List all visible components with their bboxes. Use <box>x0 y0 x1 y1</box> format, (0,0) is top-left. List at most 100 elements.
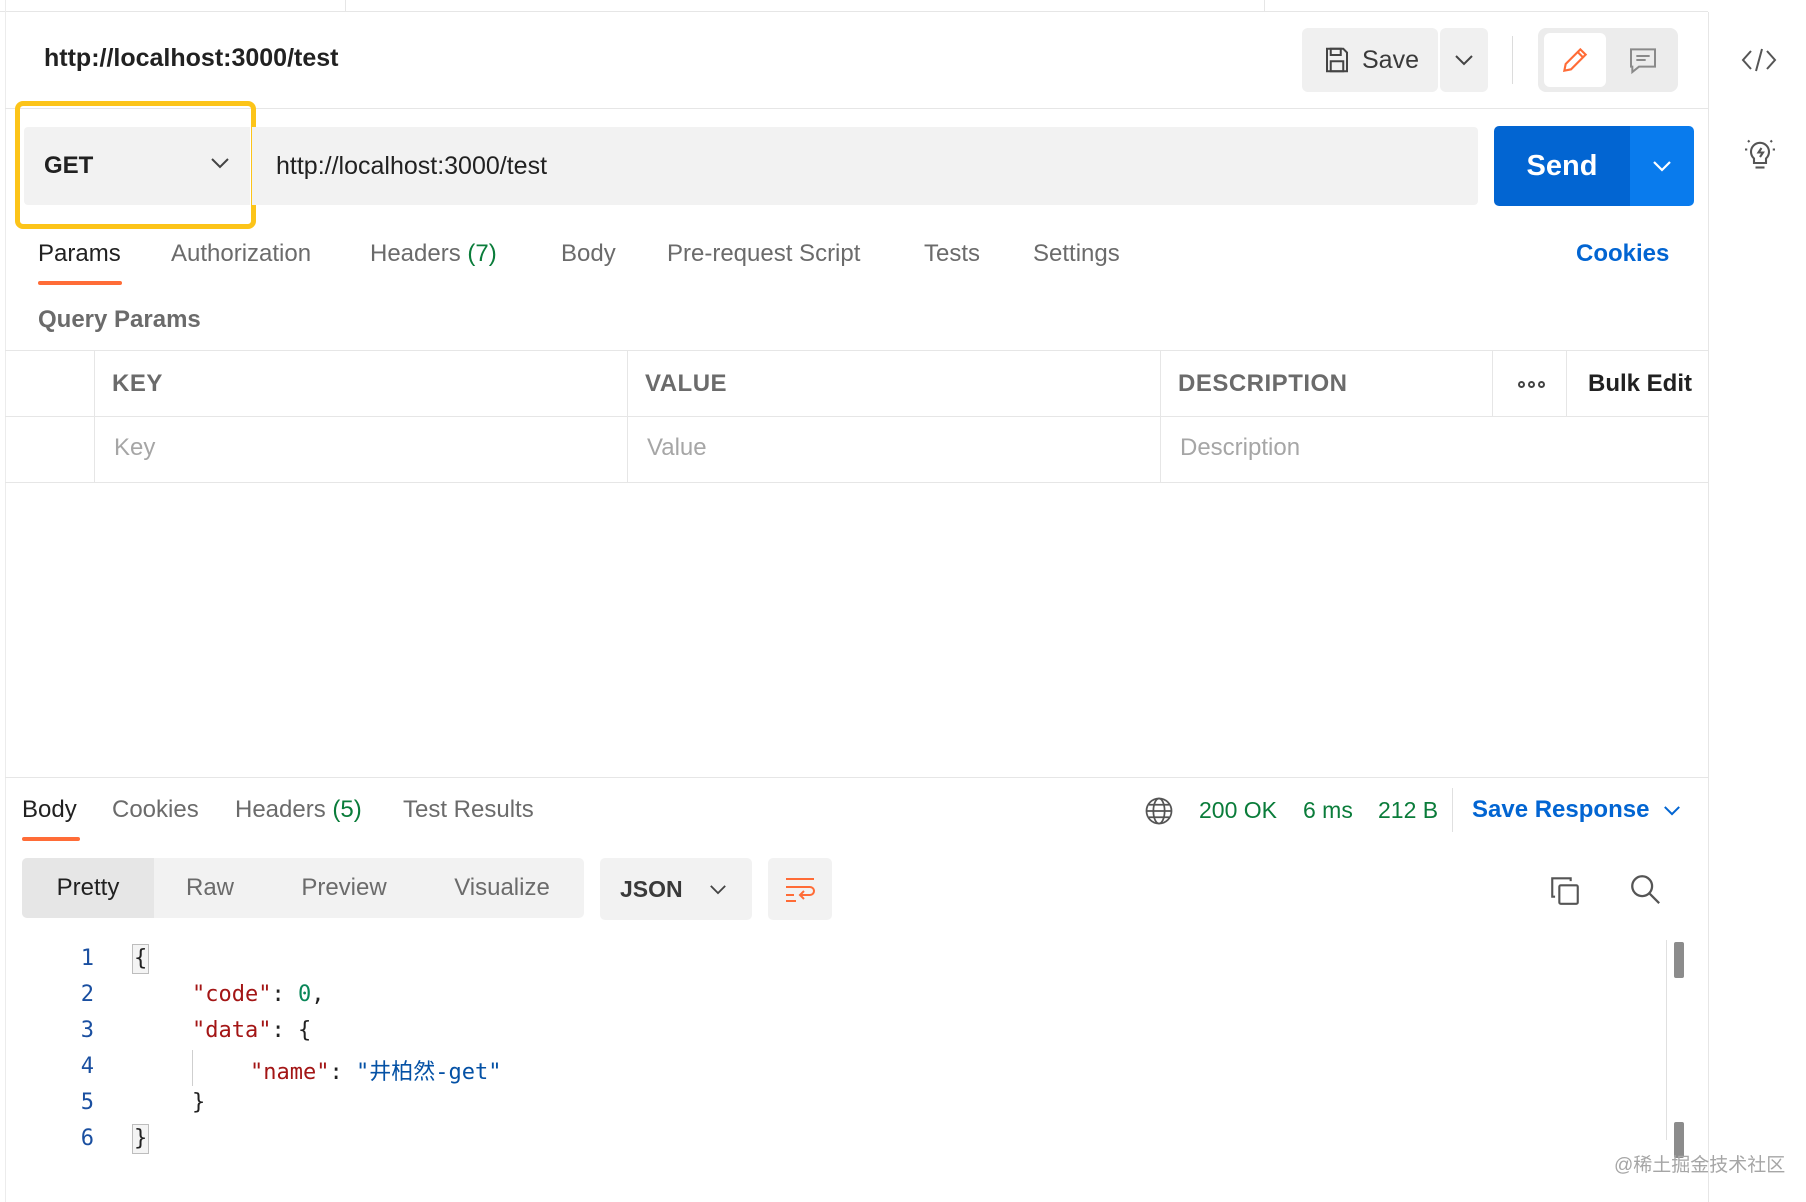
table-border-top <box>5 350 1708 351</box>
tab-settings[interactable]: Settings <box>1033 240 1120 268</box>
format-select[interactable]: JSON <box>600 858 752 920</box>
copy-icon[interactable] <box>1548 874 1582 908</box>
tab-authorization[interactable]: Authorization <box>171 240 311 268</box>
url-value: http://localhost:3000/test <box>276 151 548 180</box>
active-tab-indicator <box>22 837 80 841</box>
watermark: @稀土掘金技术社区 <box>1614 1155 1786 1176</box>
line-number: 4 <box>80 1054 94 1079</box>
right-sidebar-divider <box>1708 12 1709 1202</box>
active-tab-indicator <box>38 281 122 285</box>
view-visualize-button[interactable]: Visualize <box>436 858 568 918</box>
edit-mode-button[interactable] <box>1544 33 1606 87</box>
view-pretty-button[interactable]: Pretty <box>22 858 154 918</box>
tab-tests[interactable]: Tests <box>924 240 980 268</box>
tab-label: Settings <box>1033 240 1120 267</box>
code-snippet-button[interactable] <box>1737 44 1781 76</box>
chevron-down-icon <box>1455 55 1473 66</box>
dot-icon <box>1537 380 1545 388</box>
pencil-icon <box>1562 47 1588 73</box>
comment-icon <box>1630 48 1656 75</box>
code-line: } <box>132 1124 150 1154</box>
tab-headers[interactable]: Headers (7) <box>370 240 497 268</box>
search-icon[interactable] <box>1628 872 1662 906</box>
indent-guide <box>192 1050 193 1086</box>
tab-label: Tests <box>924 240 981 267</box>
tab-label: Body <box>22 796 77 823</box>
code-line: "data": { <box>192 1018 312 1043</box>
column-header-key: KEY <box>112 370 163 397</box>
comment-mode-button[interactable] <box>1612 33 1674 87</box>
send-options-button[interactable] <box>1630 126 1694 206</box>
status-divider <box>1452 788 1453 832</box>
view-preview-button[interactable]: Preview <box>282 858 406 918</box>
header-divider <box>5 108 1708 109</box>
tab-label: Headers <box>235 796 326 823</box>
save-options-button[interactable] <box>1440 28 1488 92</box>
view-raw-button[interactable]: Raw <box>162 858 258 918</box>
column-header-value: VALUE <box>645 370 728 397</box>
json-key: "data" <box>192 1018 272 1043</box>
response-tab-cookies[interactable]: Cookies <box>112 796 199 824</box>
dot-icon <box>1517 380 1525 388</box>
request-title[interactable]: http://localhost:3000/test <box>44 44 339 73</box>
line-number: 3 <box>80 1018 94 1043</box>
save-response-button[interactable]: Save Response <box>1472 796 1681 824</box>
response-size[interactable]: 212 B <box>1378 797 1438 824</box>
tab-count: (7) <box>467 240 497 267</box>
tab-body[interactable]: Body <box>561 240 616 268</box>
suggestions-button[interactable] <box>1740 134 1780 174</box>
line-number: 2 <box>80 982 94 1007</box>
cookies-link[interactable]: Cookies <box>1576 240 1669 268</box>
tab-count: (5) <box>332 796 362 823</box>
code-line: "name": "井柏然-get" <box>250 1060 502 1085</box>
value-input[interactable]: Value <box>647 434 707 462</box>
chevron-down-icon <box>709 884 726 894</box>
key-input[interactable]: Key <box>114 434 155 462</box>
tab-label: Test Results <box>403 796 534 823</box>
bulk-edit-button[interactable]: Bulk Edit <box>1588 370 1692 398</box>
save-button[interactable]: Save <box>1302 28 1438 92</box>
globe-icon[interactable] <box>1144 796 1174 826</box>
response-body-editor[interactable] <box>22 940 1672 1160</box>
line-number: 6 <box>80 1126 94 1151</box>
tab-label: Headers <box>370 240 461 267</box>
description-input[interactable]: Description <box>1180 434 1300 462</box>
lightbulb-icon <box>1745 139 1775 169</box>
wrap-lines-button[interactable] <box>768 858 832 920</box>
request-tab-strip <box>0 0 1708 12</box>
code-line: "code": 0, <box>192 982 325 1007</box>
save-label: Save <box>1362 45 1419 74</box>
format-value: JSON <box>620 875 683 902</box>
tab-label: Body <box>561 240 616 267</box>
column-header-description: DESCRIPTION <box>1178 370 1348 397</box>
chevron-down-icon <box>1653 161 1671 172</box>
method-highlight-annotation <box>15 101 256 229</box>
response-time[interactable]: 6 ms <box>1303 797 1353 824</box>
table-col-divider <box>94 350 95 482</box>
matched-brace: { <box>132 944 150 974</box>
wrap-lines-icon <box>786 878 815 902</box>
response-tab-test-results[interactable]: Test Results <box>403 796 534 824</box>
left-border <box>5 0 6 1202</box>
code-line: } <box>192 1090 206 1115</box>
response-tab-headers[interactable]: Headers (5) <box>235 796 362 824</box>
url-input[interactable]: http://localhost:3000/test <box>252 127 1478 205</box>
json-key: "name" <box>250 1060 330 1085</box>
more-options-button[interactable] <box>1494 370 1568 398</box>
status-code[interactable]: 200 OK <box>1199 797 1277 824</box>
chevron-down-icon <box>1664 805 1681 816</box>
json-number: 0 <box>297 982 312 1007</box>
tab-label: Pre-request Script <box>667 240 861 267</box>
json-string: "井柏然-get" <box>355 1060 502 1085</box>
json-key: "code" <box>192 982 272 1007</box>
response-tab-body[interactable]: Body <box>22 796 77 824</box>
toolbar-divider <box>1512 36 1513 84</box>
scrollbar-thumb[interactable] <box>1674 942 1684 978</box>
tab-params[interactable]: Params <box>38 240 121 268</box>
code-line: { <box>132 944 150 974</box>
matched-brace: } <box>132 1124 150 1154</box>
tab-pre-request-script[interactable]: Pre-request Script <box>667 240 860 268</box>
table-border-mid <box>5 416 1708 417</box>
send-button[interactable]: Send <box>1494 126 1630 206</box>
line-number: 1 <box>80 946 94 971</box>
